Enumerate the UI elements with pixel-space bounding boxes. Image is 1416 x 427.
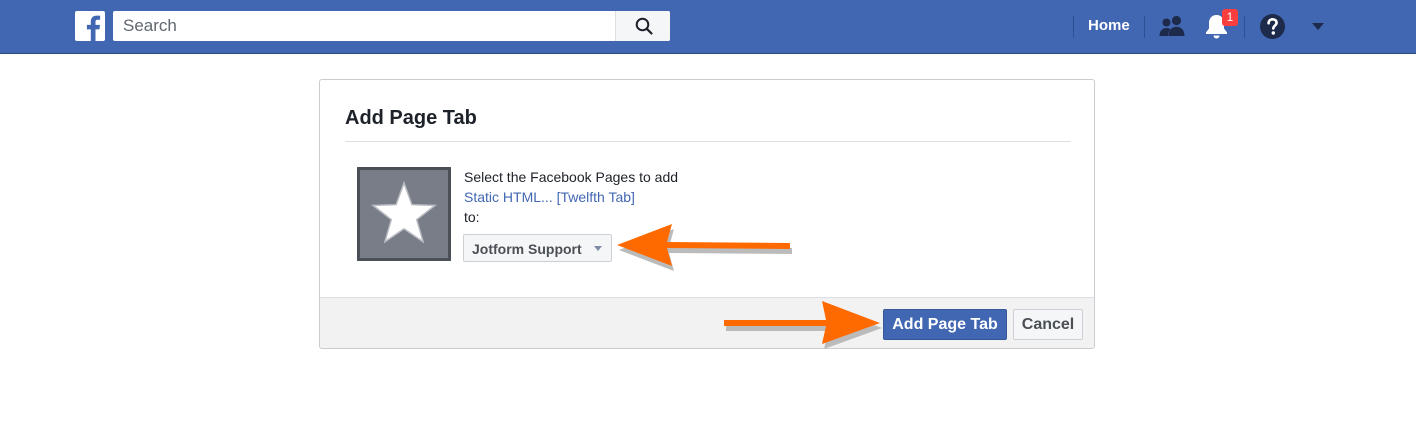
- search-bar: [113, 11, 670, 41]
- search-input[interactable]: [113, 11, 605, 41]
- add-page-tab-button[interactable]: Add Page Tab: [883, 309, 1007, 340]
- help-icon[interactable]: [1259, 13, 1286, 40]
- app-thumbnail: [357, 167, 451, 261]
- top-navigation-bar: Home 1: [0, 0, 1416, 54]
- annotation-arrow-left: [617, 224, 792, 271]
- app-name-link[interactable]: Static HTML... [Twelfth Tab]: [464, 189, 635, 205]
- page-select-dropdown[interactable]: Jotform Support: [463, 234, 612, 262]
- search-button[interactable]: [615, 11, 670, 41]
- dialog-divider: [345, 141, 1071, 142]
- annotation-arrow-right: [724, 301, 882, 349]
- nav-divider: [1073, 16, 1074, 38]
- star-icon: [370, 180, 438, 244]
- friends-icon[interactable]: [1158, 14, 1186, 38]
- facebook-logo-icon[interactable]: [75, 11, 105, 41]
- to-label: to:: [464, 209, 480, 225]
- select-pages-prompt: Select the Facebook Pages to add: [464, 169, 679, 185]
- search-icon: [635, 17, 653, 35]
- nav-divider: [1244, 16, 1245, 38]
- caret-down-icon: [594, 246, 602, 251]
- caret-down-icon[interactable]: [1311, 22, 1325, 31]
- dialog-footer: Add Page Tab Cancel: [320, 297, 1094, 348]
- dialog-title: Add Page Tab: [345, 107, 477, 129]
- nav-divider: [1144, 16, 1145, 38]
- notification-badge: 1: [1222, 9, 1238, 26]
- home-link[interactable]: Home: [1088, 17, 1130, 34]
- selected-page-label: Jotform Support: [472, 241, 582, 257]
- cancel-button[interactable]: Cancel: [1013, 309, 1083, 340]
- add-page-tab-dialog: Add Page Tab Select the Facebook Pages t…: [319, 79, 1095, 349]
